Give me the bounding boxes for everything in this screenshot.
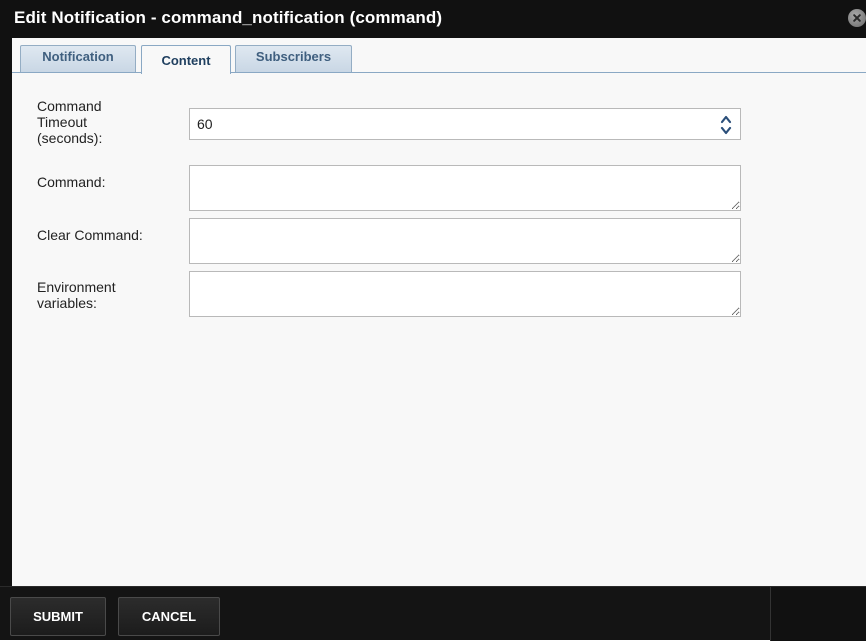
clear-command-label: Clear Command: [37,227,143,243]
timeout-value: 60 [197,116,213,132]
timeout-label: Command Timeout (seconds): [37,98,102,146]
command-label: Command: [37,174,106,190]
timeout-label-line3: (seconds): [37,130,103,146]
close-icon[interactable] [848,9,866,27]
tab-strip: Notification Content Subscribers [12,38,866,74]
timeout-label-line1: Command [37,98,102,114]
edit-notification-dialog: Edit Notification - command_notification… [0,0,866,641]
environment-variables-field[interactable] [189,271,741,317]
tab-subscribers[interactable]: Subscribers [235,45,352,72]
cancel-button[interactable]: CANCEL [118,597,220,636]
footer-right-panel [770,587,866,641]
dialog-footer: SUBMIT CANCEL [0,586,866,641]
dialog-title: Edit Notification - command_notification… [14,8,443,27]
tab-notification[interactable]: Notification [20,45,136,72]
environment-label-line2: variables: [37,295,97,311]
environment-label-line1: Environment [37,279,116,295]
timeout-label-line2: Timeout [37,114,88,130]
chevron-up-icon[interactable] [719,114,733,125]
command-field[interactable] [189,165,741,211]
submit-button[interactable]: SUBMIT [10,597,106,636]
clear-command-field[interactable] [189,218,741,264]
chevron-down-icon[interactable] [719,125,733,136]
tab-content[interactable]: Content [141,45,231,74]
timeout-stepper[interactable]: 60 [189,108,741,140]
environment-label: Environment variables: [37,279,116,311]
dialog-titlebar[interactable]: Edit Notification - command_notification… [0,0,866,38]
dialog-body: Notification Content Subscribers Command… [12,38,866,586]
